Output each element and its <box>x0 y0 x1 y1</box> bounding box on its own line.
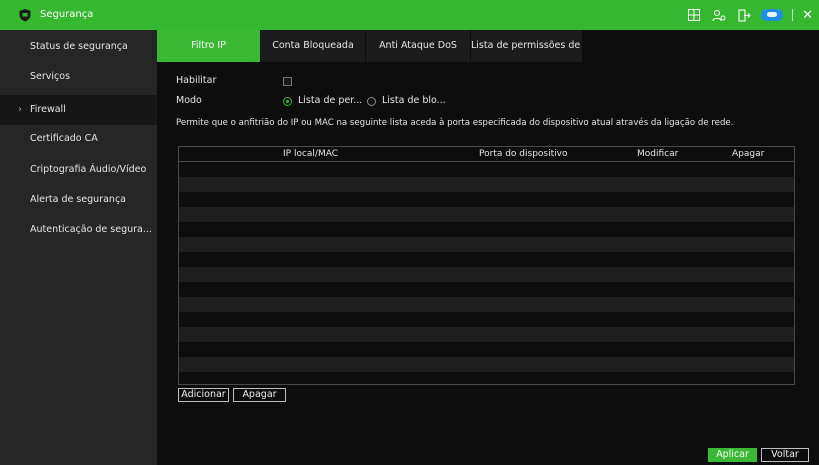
delete-button[interactable]: Apagar <box>233 388 286 402</box>
main-panel: Filtro IP Conta Bloqueada Anti Ataque Do… <box>157 30 819 465</box>
table-row <box>179 222 794 237</box>
table-row <box>179 327 794 342</box>
table-row <box>179 312 794 327</box>
cloud-icon[interactable] <box>761 9 784 21</box>
tab-label: Conta Bloqueada <box>272 40 354 51</box>
chevron-right-icon: › <box>18 104 22 115</box>
column-header-apagar: Apagar <box>732 149 765 159</box>
fab-icon[interactable] <box>686 7 702 23</box>
sidebar-item-servicos[interactable]: Serviços <box>0 62 157 92</box>
tab-label: Anti Ataque DoS <box>379 40 457 51</box>
tab-label: Lista de permissões de ... <box>471 40 583 51</box>
table-row <box>179 282 794 297</box>
table-row <box>179 297 794 312</box>
table-row <box>179 252 794 267</box>
window-title: Segurança <box>40 9 94 20</box>
sidebar-item-alerta-seguranca[interactable]: Alerta de segurança <box>0 185 157 215</box>
table-row <box>179 342 794 357</box>
mode-option-allowlist-label[interactable]: Lista de per... <box>298 95 362 106</box>
sidebar-item-label: Autenticação de segura... <box>30 224 152 235</box>
sidebar-item-status-seguranca[interactable]: Status de segurança <box>0 32 157 62</box>
tab-filtro-ip[interactable]: Filtro IP <box>157 30 261 62</box>
table-row <box>179 237 794 252</box>
back-button[interactable]: Voltar <box>761 448 809 462</box>
mode-label: Modo <box>176 95 202 106</box>
sidebar-item-label: Status de segurança <box>30 41 128 52</box>
user-switch-icon[interactable] <box>711 7 727 23</box>
sidebar-item-label: Serviços <box>30 71 71 82</box>
table-row <box>179 357 794 372</box>
mode-radio-allowlist[interactable] <box>283 97 292 106</box>
close-icon[interactable]: ✕ <box>802 8 813 23</box>
sidebar: Status de segurança Serviços › Firewall … <box>0 30 157 465</box>
table-header: IP local/MAC Porta do dispositivo Modifi… <box>179 147 794 162</box>
shield-icon <box>19 9 31 22</box>
sidebar-item-label: Certificado CA <box>30 133 98 144</box>
tab-lista-permissoes[interactable]: Lista de permissões de ... <box>471 30 583 62</box>
sidebar-item-firewall[interactable]: › Firewall <box>0 95 157 125</box>
toolbar-divider <box>792 9 794 21</box>
enable-label: Habilitar <box>176 75 217 86</box>
sidebar-item-label: Criptografia Áudio/Vídeo <box>30 164 147 175</box>
description-text: Permite que o anfitrião do IP ou MAC na … <box>176 118 734 128</box>
tab-label: Filtro IP <box>191 40 226 51</box>
column-header-porta: Porta do dispositivo <box>479 149 568 159</box>
ip-filter-table: IP local/MAC Porta do dispositivo Modifi… <box>178 146 795 385</box>
column-header-modificar: Modificar <box>637 149 679 159</box>
sidebar-item-label: Firewall <box>30 104 66 115</box>
apply-button[interactable]: Aplicar <box>708 448 757 462</box>
table-row <box>179 162 794 177</box>
column-header-ip-mac: IP local/MAC <box>283 149 338 159</box>
table-row <box>179 192 794 207</box>
tab-conta-bloqueada[interactable]: Conta Bloqueada <box>261 30 366 62</box>
logout-icon[interactable] <box>736 7 752 23</box>
add-button[interactable]: Adicionar <box>178 388 229 402</box>
enable-checkbox[interactable] <box>283 77 292 86</box>
sidebar-item-label: Alerta de segurança <box>30 194 126 205</box>
sidebar-item-criptografia[interactable]: Criptografia Áudio/Vídeo <box>0 155 157 185</box>
table-row <box>179 207 794 222</box>
tab-anti-ataque-dos[interactable]: Anti Ataque DoS <box>366 30 471 62</box>
mode-radio-blocklist[interactable] <box>367 97 376 106</box>
table-row <box>179 177 794 192</box>
sidebar-item-autenticacao[interactable]: Autenticação de segura... <box>0 215 157 245</box>
mode-option-blocklist-label[interactable]: Lista de blo... <box>382 95 446 106</box>
sidebar-item-certificado-ca[interactable]: Certificado CA <box>0 124 157 154</box>
title-bar: Segurança ✕ <box>0 0 819 30</box>
table-row <box>179 267 794 282</box>
